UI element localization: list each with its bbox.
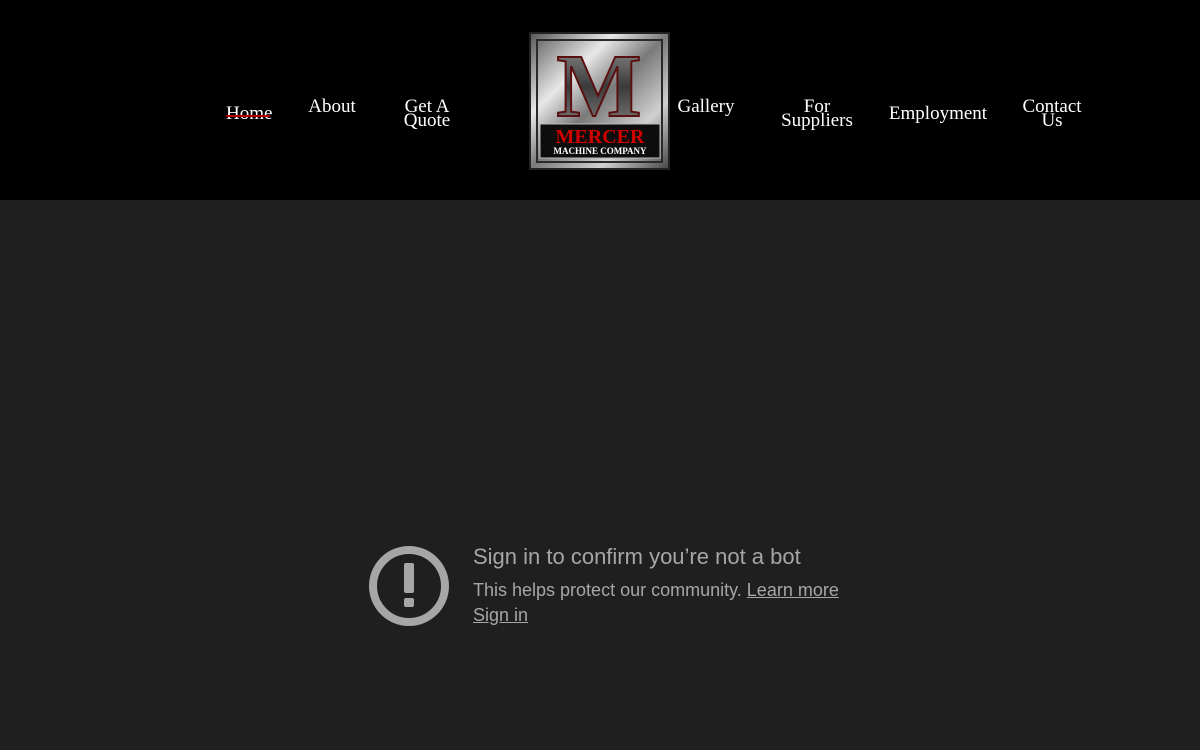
video-embed-area: Sign in to confirm you’re not a bot This… [0,200,1200,750]
nav-for-suppliers[interactable]: For Suppliers [780,86,854,142]
company-logo[interactable]: M MERCER MACHINE COMPANY [529,32,670,170]
logo-name: MERCER [556,126,645,148]
notice-body-text: This helps protect our community. [473,580,742,600]
nav-employment[interactable]: Employment [888,93,988,135]
alert-circle-icon [369,546,449,626]
nav-gallery[interactable]: Gallery [677,86,735,128]
nav-active-underline [226,115,270,117]
nav-gallery-label: Gallery [677,96,735,117]
nav-employment-label: Employment [888,103,988,124]
nav-get-a-quote-label: Get A Quote [403,96,451,131]
nav-home[interactable]: Home [226,93,273,149]
sign-in-link[interactable]: Sign in [473,605,528,626]
notice-title: Sign in to confirm you’re not a bot [473,544,801,569]
logo-letter: M [557,37,642,136]
nav-about[interactable]: About [308,86,356,128]
nav-for-suppliers-label: For Suppliers [781,96,853,131]
site-header: Home About Get A Quote M MERCER MACHINE … [0,0,1200,200]
learn-more-link[interactable]: Learn more [747,580,839,600]
notice-body: This helps protect our community. Learn … [473,580,839,601]
nav-home-label: Home [226,103,273,124]
nav-contact-us-label: Contact Us [1022,96,1082,131]
logo-graphic: M MERCER MACHINE COMPANY [529,32,670,170]
nav-about-label: About [308,96,356,117]
nav-get-a-quote[interactable]: Get A Quote [399,86,455,142]
logo-tagline: MACHINE COMPANY [553,146,647,156]
nav-contact-us[interactable]: Contact Us [1020,86,1084,142]
